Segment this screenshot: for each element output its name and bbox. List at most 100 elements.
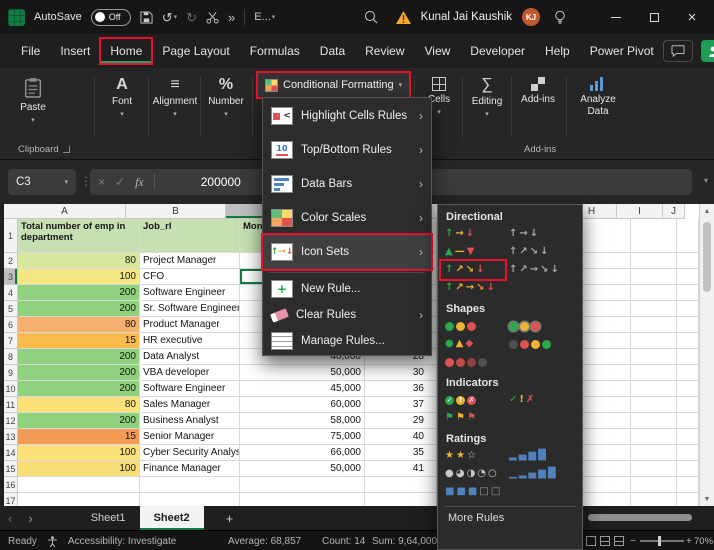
cell[interactable]: Senior Manager — [140, 429, 240, 445]
editing-group-button[interactable]: ∑ Editing ▾ — [465, 73, 509, 137]
iconset-5-arrows-colored[interactable]: ↑ ↗ → ↘ ↓ — [441, 279, 505, 297]
cell[interactable]: 200 — [18, 349, 140, 365]
cell[interactable]: Total number of emp in department — [18, 219, 140, 253]
cell[interactable]: 15 — [18, 429, 140, 445]
cell[interactable]: 75,000 — [240, 429, 365, 445]
cell[interactable] — [140, 493, 240, 506]
iconset-3-triangles[interactable]: ▲ — ▼ — [441, 243, 505, 261]
cell[interactable] — [677, 333, 699, 349]
menu-tab-page-layout[interactable]: Page Layout — [153, 39, 238, 63]
row-header-5[interactable]: 5 — [4, 301, 18, 317]
cell[interactable]: 80 — [18, 317, 140, 333]
cut-button[interactable] — [206, 11, 219, 24]
menu-tab-review[interactable]: Review — [356, 39, 413, 63]
cell[interactable] — [677, 413, 699, 429]
cell[interactable] — [365, 477, 437, 493]
analyze-data-button[interactable]: Analyze Data — [570, 73, 626, 137]
cell[interactable] — [18, 477, 140, 493]
iconset-5-arrows-gray[interactable]: ↑ ↗ → ↘ ↓ — [505, 261, 569, 279]
enter-icon[interactable]: ✓ — [115, 175, 125, 189]
menu-tab-developer[interactable]: Developer — [461, 39, 534, 63]
more-rules-item[interactable]: More Rules — [438, 507, 582, 529]
row-header-9[interactable]: 9 — [4, 365, 18, 381]
column-header-b[interactable]: B — [126, 204, 226, 219]
row-header-16[interactable]: 16 — [4, 477, 18, 493]
cell[interactable] — [631, 381, 677, 397]
cell[interactable]: 37 — [365, 397, 437, 413]
cell[interactable]: 50,000 — [240, 461, 365, 477]
row-header-3[interactable]: 3 — [4, 269, 18, 285]
alert-button[interactable] — [395, 10, 411, 24]
iconset-4-ratings[interactable]: ▂ ▄ ▆ █ — [505, 447, 569, 465]
cell[interactable] — [631, 285, 677, 301]
column-header-i[interactable]: I — [617, 204, 663, 219]
cell[interactable]: 40 — [365, 429, 437, 445]
cell[interactable] — [581, 301, 631, 317]
cell[interactable]: Software Engineer — [140, 285, 240, 301]
cell[interactable]: Finance Manager — [140, 461, 240, 477]
qat-overflow-button[interactable]: » — [228, 11, 235, 24]
row-header-17[interactable]: 17 — [4, 493, 18, 506]
maximize-button[interactable] — [640, 5, 668, 29]
cell[interactable]: 66,000 — [240, 445, 365, 461]
scroll-down-icon[interactable]: ▼ — [700, 492, 714, 506]
iconset-3-arrows-colored[interactable]: ↑ → ↓ — [441, 225, 505, 243]
cell[interactable] — [631, 493, 677, 506]
cell[interactable]: 15 — [18, 333, 140, 349]
cf-menu-item-data-bars[interactable]: Data Bars › — [263, 167, 431, 201]
cell[interactable] — [631, 445, 677, 461]
page-layout-view-icon[interactable] — [600, 536, 610, 546]
cell[interactable] — [581, 219, 631, 253]
add-sheet-button[interactable]: + — [226, 511, 234, 526]
cell[interactable]: 200 — [18, 301, 140, 317]
iconset-3-signs[interactable]: ● ▲ ◆ — [441, 335, 505, 353]
column-header-j[interactable]: J — [663, 204, 685, 219]
cell[interactable] — [631, 429, 677, 445]
redo-button[interactable]: ↻ — [186, 11, 197, 24]
cell[interactable] — [677, 285, 699, 301]
cell[interactable] — [677, 429, 699, 445]
share-button[interactable] — [700, 40, 714, 62]
name-box[interactable]: C3 ▾ — [8, 169, 76, 195]
cell[interactable] — [581, 365, 631, 381]
save-button[interactable] — [140, 10, 153, 24]
cell[interactable]: 80 — [18, 397, 140, 413]
row-header-4[interactable]: 4 — [4, 285, 18, 301]
cell[interactable] — [631, 301, 677, 317]
sheet-tab-sheet1[interactable]: Sheet1 — [77, 506, 140, 530]
scrollbar-thumb[interactable] — [703, 222, 711, 292]
cf-menu-item-icon-sets[interactable]: ↑ → ↓ Icon Sets › — [261, 233, 433, 271]
zoom-level[interactable]: 70% — [694, 531, 713, 550]
cell[interactable] — [581, 253, 631, 269]
cell[interactable] — [631, 365, 677, 381]
menu-tab-home[interactable]: Home — [99, 37, 154, 65]
cell[interactable]: 200 — [18, 413, 140, 429]
cf-menu-item-new-rule[interactable]: + New Rule... — [263, 276, 431, 302]
vertical-scrollbar[interactable]: ▲ ▼ — [699, 204, 714, 506]
menu-tab-power-pivot[interactable]: Power Pivot — [581, 39, 663, 63]
row-header-1[interactable]: 1 — [4, 219, 18, 253]
cf-menu-item-top-bottom-rules[interactable]: 10 Top/Bottom Rules › — [263, 133, 431, 167]
row-header-2[interactable]: 2 — [4, 253, 18, 269]
iconset-3-symbols-circled[interactable]: ✓! ✗ — [441, 391, 505, 409]
row-header-14[interactable]: 14 — [4, 445, 18, 461]
conditional-formatting-button[interactable]: Conditional Formatting ▾ — [255, 71, 412, 99]
row-header-15[interactable]: 15 — [4, 461, 18, 477]
cell[interactable] — [631, 477, 677, 493]
cell[interactable] — [631, 413, 677, 429]
cell[interactable] — [631, 253, 677, 269]
avatar[interactable]: KJ — [522, 8, 540, 26]
cell[interactable] — [677, 365, 699, 381]
cell[interactable] — [581, 461, 631, 477]
cf-menu-item-manage-rules[interactable]: Manage Rules... — [263, 328, 431, 354]
cell[interactable] — [240, 477, 365, 493]
zoom-out-button[interactable]: − — [630, 531, 636, 550]
ideas-button[interactable] — [554, 10, 566, 24]
iconset-red-to-black[interactable] — [441, 353, 505, 371]
menu-tab-data[interactable]: Data — [311, 39, 354, 63]
iconset-5-quarters[interactable]: ● ◕ ◑ ◔ ○ — [441, 465, 505, 483]
cell[interactable]: 45,000 — [240, 381, 365, 397]
cell[interactable] — [365, 493, 437, 506]
cell[interactable] — [677, 253, 699, 269]
paste-button[interactable]: Paste ▾ — [10, 73, 56, 137]
